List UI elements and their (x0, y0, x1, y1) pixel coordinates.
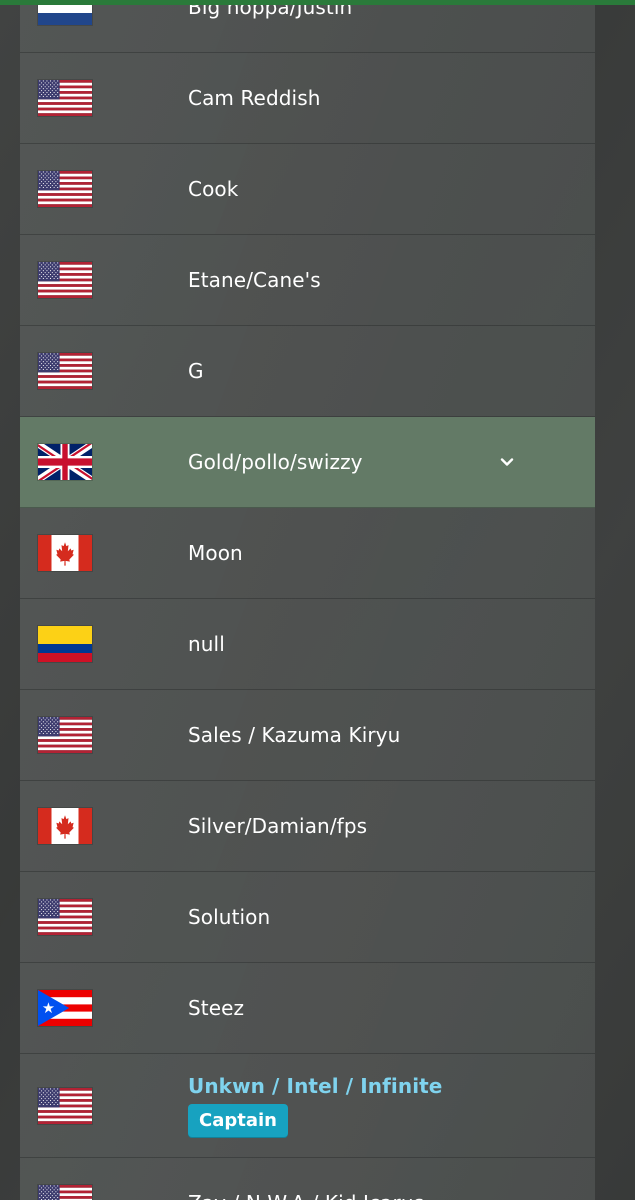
player-name[interactable]: Cam Reddish (188, 86, 595, 110)
usa-flag-icon (38, 353, 92, 389)
player-name[interactable]: Zay / N.W.A / Kid Icarus (188, 1191, 595, 1200)
player-name[interactable]: Solution (188, 905, 595, 929)
player-name[interactable]: Cook (188, 177, 595, 201)
uk-flag-icon (38, 444, 92, 480)
colombia-flag-icon (38, 626, 92, 662)
puerto-rico-flag-icon (38, 990, 92, 1026)
roster-row[interactable]: Big hoppa/Justin (20, 0, 595, 53)
player-name[interactable]: Gold/pollo/swizzy (188, 450, 595, 474)
roster-row[interactable]: Cook (20, 144, 595, 235)
roster-row[interactable]: Moon (20, 508, 595, 599)
player-name[interactable]: Etane/Cane's (188, 268, 595, 292)
top-accent-bar (0, 0, 635, 5)
chevron-down-icon[interactable] (499, 454, 515, 470)
player-name[interactable]: G (188, 359, 595, 383)
player-name[interactable]: Moon (188, 541, 595, 565)
usa-flag-icon (38, 262, 92, 298)
player-name[interactable]: Steez (188, 996, 595, 1020)
page: Big hoppa/Justin Cam Reddish Cook Etane/… (0, 0, 635, 1200)
roster-list: Big hoppa/Justin Cam Reddish Cook Etane/… (20, 0, 595, 1200)
usa-flag-icon (38, 80, 92, 116)
player-name[interactable]: Silver/Damian/fps (188, 814, 595, 838)
roster-row-selected[interactable]: Gold/pollo/swizzy (20, 417, 595, 508)
usa-flag-icon (38, 717, 92, 753)
roster-row[interactable]: Steez (20, 963, 595, 1054)
canada-flag-icon (38, 808, 92, 844)
roster-row[interactable]: Sales / Kazuma Kiryu (20, 690, 595, 781)
usa-flag-icon (38, 1185, 92, 1200)
usa-flag-icon (38, 171, 92, 207)
roster-row[interactable]: null (20, 599, 595, 690)
roster-row-captain[interactable]: Unkwn / Intel / Infinite Captain (20, 1054, 595, 1158)
roster-row[interactable]: Etane/Cane's (20, 235, 595, 326)
player-name[interactable]: null (188, 632, 595, 656)
roster-row[interactable]: Solution (20, 872, 595, 963)
roster-row[interactable]: G (20, 326, 595, 417)
usa-flag-icon (38, 899, 92, 935)
roster-row[interactable]: Cam Reddish (20, 53, 595, 144)
roster-row[interactable]: Silver/Damian/fps (20, 781, 595, 872)
player-name[interactable]: Sales / Kazuma Kiryu (188, 723, 595, 747)
roster-row[interactable]: Zay / N.W.A / Kid Icarus (20, 1158, 595, 1200)
captain-player-name[interactable]: Unkwn / Intel / Infinite (188, 1074, 595, 1098)
canada-flag-icon (38, 535, 92, 571)
captain-badge: Captain (188, 1103, 288, 1138)
usa-flag-icon (38, 1087, 92, 1124)
